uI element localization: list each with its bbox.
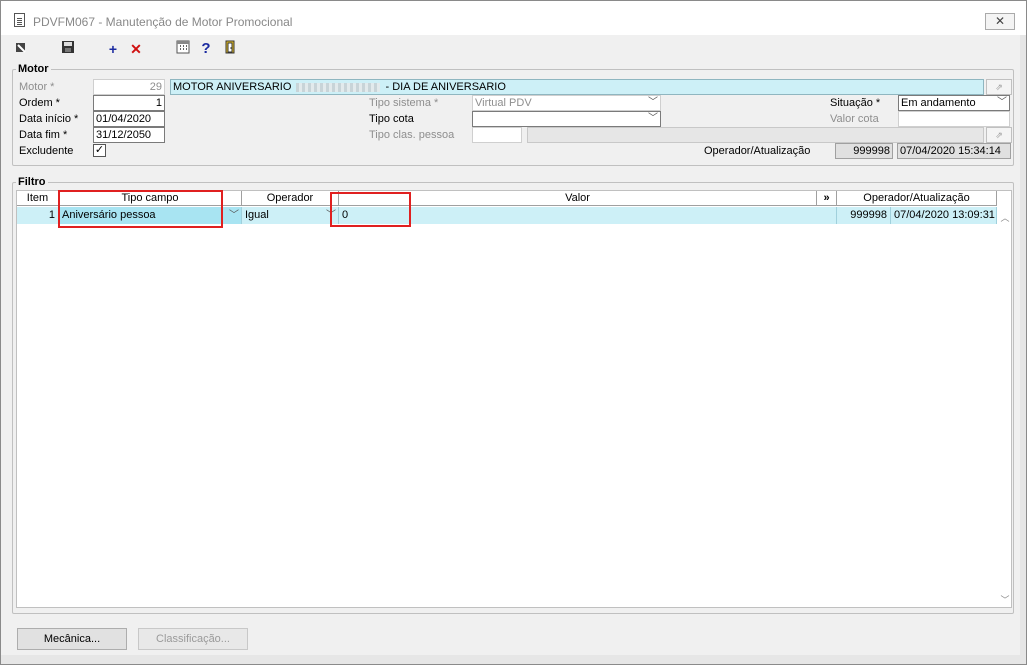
tipo-clas-pessoa-label: Tipo clas. pessoa xyxy=(369,129,455,141)
cell-valor[interactable]: 0 xyxy=(339,207,837,224)
situacao-value: Em andamento xyxy=(901,97,976,109)
excludente-checkbox[interactable]: ✓ xyxy=(93,144,106,157)
tipo-sistema-value: Virtual PDV xyxy=(475,97,532,109)
excludente-label: Excludente xyxy=(19,145,74,157)
title-bar: PDVFM067 - Manutenção de Motor Promocion… xyxy=(1,1,1026,35)
situacao-label: Situação * xyxy=(830,97,881,109)
chevron-down-icon: ﹀ xyxy=(648,113,658,124)
filtro-group-label: Filtro xyxy=(16,176,48,188)
operador-field: 999998 xyxy=(835,143,893,159)
pointer-icon[interactable] xyxy=(11,40,31,58)
data-fim-label: Data fim * xyxy=(19,129,68,141)
mecanica-button[interactable]: Mecânica... xyxy=(17,628,127,650)
ordem-label: Ordem * xyxy=(19,97,60,109)
motor-lookup-button[interactable]: ⇗ xyxy=(986,79,1012,95)
calculator-icon[interactable] xyxy=(173,40,193,58)
tipo-sistema-select[interactable]: Virtual PDV ﹀ xyxy=(472,95,661,111)
redacted-block xyxy=(296,82,381,92)
lookup-icon: ⇗ xyxy=(995,130,1003,140)
tipo-cota-label: Tipo cota xyxy=(369,113,414,125)
scroll-up-arrow[interactable]: ︿ xyxy=(999,211,1011,224)
cell-item[interactable]: 1 xyxy=(17,207,59,224)
cell-atualizacao: 07/04/2020 13:09:31 xyxy=(891,207,997,224)
window-title: PDVFM067 - Manutenção de Motor Promocion… xyxy=(33,15,293,29)
operador-atualizacao-label: Operador/Atualização xyxy=(704,145,811,157)
data-inicio-field[interactable]: 01/04/2020 xyxy=(93,111,165,127)
operador-value: Igual xyxy=(245,209,269,221)
situacao-select[interactable]: Em andamento ﹀ xyxy=(898,95,1010,111)
col-header-more[interactable]: » xyxy=(817,191,837,206)
cell-operador[interactable]: Igual ﹀ xyxy=(242,207,339,224)
chevron-down-icon: ﹀ xyxy=(648,97,658,108)
main-window: PDVFM067 - Manutenção de Motor Promocion… xyxy=(0,0,1027,665)
motor-group-label: Motor xyxy=(16,63,51,75)
help-icon[interactable]: ? xyxy=(196,40,216,58)
annotation-box-valor xyxy=(330,192,411,227)
tipo-clas-pessoa-code-field[interactable] xyxy=(472,127,522,143)
motor-desc-prefix: MOTOR ANIVERSARIO xyxy=(173,81,292,93)
classificacao-button[interactable]: Classificação... xyxy=(138,628,248,650)
data-fim-field[interactable]: 31/12/2050 xyxy=(93,127,165,143)
atualizacao-field: 07/04/2020 15:34:14 xyxy=(897,143,1011,159)
col-header-operador-atualizacao[interactable]: Operador/Atualização xyxy=(837,191,997,206)
cell-operador-id: 999998 xyxy=(837,207,891,224)
data-inicio-label: Data início * xyxy=(19,113,79,125)
document-icon xyxy=(14,13,25,27)
scroll-down-arrow[interactable]: ﹀ xyxy=(999,593,1011,606)
motor-id-field[interactable]: 29 xyxy=(93,79,165,95)
add-icon[interactable]: + xyxy=(103,40,123,58)
save-icon[interactable] xyxy=(58,40,78,58)
motor-description-field[interactable]: MOTOR ANIVERSARIO - DIA DE ANIVERSARIO xyxy=(170,79,984,95)
motor-desc-suffix: - DIA DE ANIVERSARIO xyxy=(385,81,506,93)
window-bottom-edge xyxy=(1,655,1026,664)
col-header-item[interactable]: Item xyxy=(17,191,59,206)
chevron-down-icon: ﹀ xyxy=(997,97,1007,108)
tipo-clas-pessoa-desc-field xyxy=(527,127,984,143)
exit-icon[interactable] xyxy=(220,40,240,58)
lookup-icon: ⇗ xyxy=(995,82,1003,92)
close-button[interactable]: ✕ xyxy=(985,13,1015,30)
tipo-sistema-label: Tipo sistema * xyxy=(369,97,439,109)
ordem-field[interactable]: 1 xyxy=(93,95,165,111)
col-header-operador[interactable]: Operador xyxy=(242,191,339,206)
delete-icon[interactable]: ✕ xyxy=(126,40,146,58)
annotation-box-tipo-campo xyxy=(58,190,223,228)
valor-cota-label: Valor cota xyxy=(830,113,879,125)
motor-label: Motor * xyxy=(19,81,55,93)
window-right-edge xyxy=(1020,35,1026,655)
filtro-grid: Item Tipo campo Operador Valor » Operado… xyxy=(16,190,1012,608)
tipo-cota-select[interactable]: ﹀ xyxy=(472,111,661,127)
chevron-down-icon: ﹀ xyxy=(229,210,239,221)
tipo-clas-lookup-button[interactable]: ⇗ xyxy=(986,127,1012,143)
valor-cota-field[interactable] xyxy=(898,111,1010,127)
